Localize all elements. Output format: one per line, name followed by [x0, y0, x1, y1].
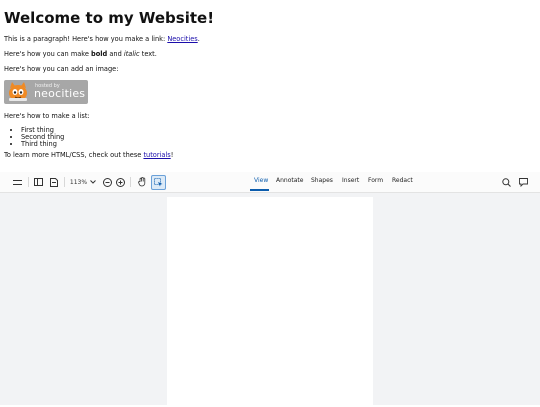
paragraph-tutorials: To learn more HTML/CSS, check out these … — [4, 151, 536, 160]
tab-form[interactable]: Form — [368, 177, 383, 184]
paragraph-end: . — [197, 35, 200, 43]
paragraph-link: This is a paragraph! Here's how you make… — [4, 35, 536, 44]
cat-logo-icon — [9, 82, 27, 101]
tab-insert[interactable]: Insert — [342, 177, 359, 184]
zoom-in-icon — [115, 177, 125, 187]
tutorials-text: To learn more HTML/CSS, check out these — [4, 151, 144, 159]
menu-icon[interactable] — [10, 175, 24, 189]
tutorials-link[interactable]: tutorials — [143, 151, 170, 159]
zoom-select[interactable]: 113% — [68, 175, 98, 189]
document-viewer[interactable] — [0, 193, 540, 407]
neocities-link[interactable]: Neocities — [167, 35, 197, 43]
zoom-in-button[interactable] — [114, 175, 126, 189]
pan-tool-button[interactable] — [135, 175, 149, 189]
document-icon[interactable] — [47, 175, 61, 189]
search-icon — [501, 177, 511, 187]
page-heading: Welcome to my Website! — [4, 9, 215, 27]
tab-view[interactable]: View — [254, 177, 268, 184]
italic-text: italic — [123, 50, 140, 58]
paragraph-text: This is a paragraph! Here's how you make… — [4, 35, 168, 43]
tab-redact[interactable]: Redact — [392, 177, 413, 184]
zoom-out-button[interactable] — [101, 175, 113, 189]
tab-annotate[interactable]: Annotate — [276, 177, 303, 184]
comment-button[interactable] — [517, 175, 529, 189]
document-page[interactable] — [167, 197, 373, 407]
formatting-text-c: text. — [139, 50, 157, 58]
comment-icon — [518, 177, 528, 187]
pdf-toolbar: 113% View Annotate Shapes Insert Form Re… — [0, 172, 540, 193]
paragraph-formatting: Here's how you can make bold and italic … — [4, 50, 536, 59]
list-item: Second thing — [21, 134, 536, 141]
toolbar-divider — [28, 177, 29, 187]
tutorials-end: ! — [170, 151, 174, 159]
chevron-down-icon — [90, 180, 96, 184]
toolbar-divider — [130, 177, 131, 187]
search-button[interactable] — [500, 175, 512, 189]
paragraph-image: Here's how you can add an image: — [4, 65, 119, 73]
thing-list: First thing Second thing Third thing — [4, 127, 536, 148]
formatting-text-b: and — [107, 50, 124, 58]
zoom-value: 113% — [69, 178, 88, 186]
paragraph-list: Here's how to make a list: — [4, 112, 90, 120]
select-tool-button[interactable] — [151, 175, 166, 190]
sidebar-toggle-icon[interactable] — [31, 175, 45, 189]
formatting-text-a: Here's how you can make — [4, 50, 92, 58]
zoom-out-icon — [102, 177, 112, 187]
list-item: Third thing — [21, 141, 536, 148]
list-item: First thing — [21, 127, 536, 134]
badge-brand-text: neocities — [34, 87, 86, 100]
neocities-badge[interactable]: hosted by neocities — [4, 80, 88, 104]
bold-text: bold — [91, 50, 108, 58]
cursor-select-icon — [154, 178, 163, 187]
toolbar-divider — [64, 177, 65, 187]
web-page: Welcome to my Website! This is a paragra… — [0, 0, 540, 172]
tab-shapes[interactable]: Shapes — [311, 177, 333, 184]
tab-view-underline — [250, 189, 269, 191]
hand-icon — [137, 177, 145, 187]
